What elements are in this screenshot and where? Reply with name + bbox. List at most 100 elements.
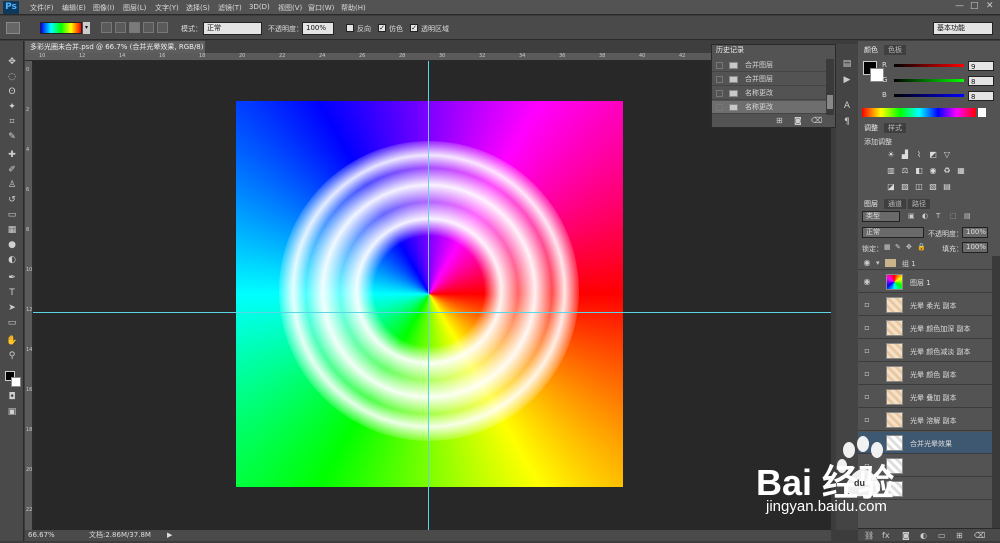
tab-swatches[interactable]: 色板 — [884, 45, 906, 55]
healing-brush-tool-icon[interactable]: ✚ — [5, 149, 19, 161]
chevron-down-icon[interactable]: ▾ — [83, 22, 90, 34]
tab-channels[interactable]: 通道 — [884, 199, 906, 209]
menu-layer[interactable]: 图层(L) — [123, 3, 146, 13]
marquee-tool-icon[interactable]: ◌ — [5, 71, 19, 83]
transparency-checkbox[interactable]: ✓ — [410, 24, 418, 32]
maximize-button[interactable]: □ — [970, 1, 979, 11]
scrollbar-thumb[interactable] — [827, 95, 833, 109]
radial-gradient-icon[interactable] — [115, 22, 126, 33]
layer-filter-select[interactable]: 类型 — [862, 211, 900, 222]
posterize-icon[interactable]: ▨ — [900, 182, 910, 191]
vertical-guide[interactable] — [428, 61, 429, 530]
reflected-gradient-icon[interactable] — [143, 22, 154, 33]
fill-input[interactable]: 100% — [962, 242, 988, 253]
trash-icon[interactable]: ⌫ — [811, 116, 822, 125]
eye-hidden-icon[interactable]: ▫ — [862, 392, 872, 402]
gradient-picker[interactable] — [40, 22, 82, 34]
dither-checkbox[interactable]: ✓ — [378, 24, 386, 32]
layer-row[interactable]: ▫ 光晕 颜色减淡 副本 — [858, 340, 1000, 362]
history-brush-tool-icon[interactable]: ↺ — [5, 194, 19, 206]
history-source-checkbox[interactable] — [716, 62, 723, 69]
menu-window[interactable]: 窗口(W) — [308, 3, 334, 13]
filter-pixel-icon[interactable]: ▣ — [908, 212, 915, 220]
tab-history[interactable]: 历史记录 — [712, 45, 748, 55]
gradient-map-icon[interactable]: ▤ — [942, 182, 952, 191]
background-color-swatch[interactable] — [11, 377, 21, 387]
lasso-tool-icon[interactable]: ʘ — [5, 86, 19, 98]
green-value-input[interactable]: 8 — [968, 76, 994, 86]
history-panel-icon[interactable]: ▤ — [841, 58, 853, 70]
diamond-gradient-icon[interactable] — [157, 22, 168, 33]
blur-tool-icon[interactable]: ● — [5, 239, 19, 251]
red-value-input[interactable]: 9 — [968, 61, 994, 71]
layer-row[interactable]: ▫ 光晕 颜色加深 副本 — [858, 317, 1000, 339]
eye-hidden-icon[interactable]: ▫ — [862, 323, 872, 333]
blend-mode-select[interactable]: 正常 — [862, 227, 924, 238]
menu-file[interactable]: 文件(F) — [30, 3, 54, 13]
angle-gradient-icon[interactable] — [129, 22, 140, 33]
workspace-select[interactable]: 基本功能 — [933, 22, 993, 35]
eye-icon[interactable]: ◉ — [862, 258, 872, 268]
zoom-level[interactable]: 66.67% — [28, 530, 55, 541]
tab-layers[interactable]: 图层 — [860, 199, 882, 209]
clone-stamp-tool-icon[interactable]: ♙ — [5, 179, 19, 191]
menu-image[interactable]: 图像(I) — [93, 3, 115, 13]
filter-adjustment-icon[interactable]: ◐ — [922, 212, 928, 220]
selective-color-icon[interactable]: ▧ — [928, 182, 938, 191]
blue-slider[interactable] — [894, 94, 964, 97]
tab-paths[interactable]: 路径 — [908, 199, 930, 209]
history-source-checkbox[interactable] — [716, 90, 723, 97]
eye-hidden-icon[interactable]: ▫ — [862, 300, 872, 310]
black-white-icon[interactable]: ◧ — [914, 166, 924, 175]
lock-all-icon[interactable]: 🔒 — [917, 243, 926, 251]
color-lookup-icon[interactable]: ▦ — [956, 166, 966, 175]
filter-shape-icon[interactable]: ⬚ — [950, 212, 957, 220]
blue-value-input[interactable]: 8 — [968, 91, 994, 101]
horizontal-guide[interactable] — [33, 312, 831, 313]
dodge-tool-icon[interactable]: ◐ — [5, 254, 19, 266]
gradient-tool-icon[interactable] — [6, 22, 20, 34]
history-source-checkbox[interactable] — [716, 76, 723, 83]
brush-tool-icon[interactable]: ✐ — [5, 164, 19, 176]
layer-row[interactable]: ◉ 图层 1 — [858, 271, 1000, 293]
pen-tool-icon[interactable]: ✒ — [5, 272, 19, 284]
levels-icon[interactable]: ▟ — [900, 150, 910, 159]
type-tool-icon[interactable]: T — [5, 287, 19, 299]
menu-edit[interactable]: 编辑(E) — [62, 3, 86, 13]
filter-smart-icon[interactable]: ▤ — [964, 212, 971, 220]
reverse-checkbox[interactable] — [346, 24, 354, 32]
minimize-button[interactable]: — — [955, 1, 964, 11]
history-item-selected[interactable]: 名称更改 — [712, 101, 826, 114]
hand-tool-icon[interactable]: ✋ — [5, 335, 19, 347]
menu-select[interactable]: 选择(S) — [186, 3, 210, 13]
crop-tool-icon[interactable]: ⌗ — [5, 116, 19, 128]
tab-color[interactable]: 颜色 — [860, 45, 882, 55]
eye-hidden-icon[interactable]: ▫ — [862, 346, 872, 356]
layer-row[interactable]: ▫ 光晕 颜色 副本 — [858, 363, 1000, 385]
move-tool-icon[interactable]: ✥ — [5, 56, 19, 68]
character-panel-icon[interactable]: A — [841, 100, 853, 112]
threshold-icon[interactable]: ◫ — [914, 182, 924, 191]
photo-filter-icon[interactable]: ◉ — [928, 166, 938, 175]
actions-panel-icon[interactable]: ▶ — [841, 74, 853, 86]
invert-icon[interactable]: ◪ — [886, 182, 896, 191]
path-selection-tool-icon[interactable]: ➤ — [5, 302, 19, 314]
canvas-image[interactable] — [236, 101, 623, 487]
opacity-input[interactable]: 100% — [302, 22, 334, 35]
rectangle-tool-icon[interactable]: ▭ — [5, 317, 19, 329]
brightness-icon[interactable]: ☀ — [886, 150, 896, 159]
linear-gradient-icon[interactable] — [101, 22, 112, 33]
snapshot-icon[interactable]: ◙ — [794, 116, 802, 125]
chevron-down-icon[interactable]: ▾ — [876, 259, 880, 267]
menu-3d[interactable]: 3D(D) — [249, 3, 270, 11]
hue-saturation-icon[interactable]: ▥ — [886, 166, 896, 175]
history-scrollbar[interactable] — [826, 59, 834, 115]
eye-icon[interactable]: ◉ — [862, 277, 872, 287]
close-button[interactable]: ✕ — [986, 1, 994, 11]
paragraph-panel-icon[interactable]: ¶ — [841, 116, 853, 128]
mode-select[interactable]: 正常 — [203, 22, 262, 35]
zoom-tool-icon[interactable]: ⚲ — [5, 350, 19, 362]
eyedropper-tool-icon[interactable]: ✎ — [5, 131, 19, 143]
lock-pixels-icon[interactable]: ✎ — [895, 243, 901, 251]
eye-hidden-icon[interactable]: ▫ — [862, 369, 872, 379]
